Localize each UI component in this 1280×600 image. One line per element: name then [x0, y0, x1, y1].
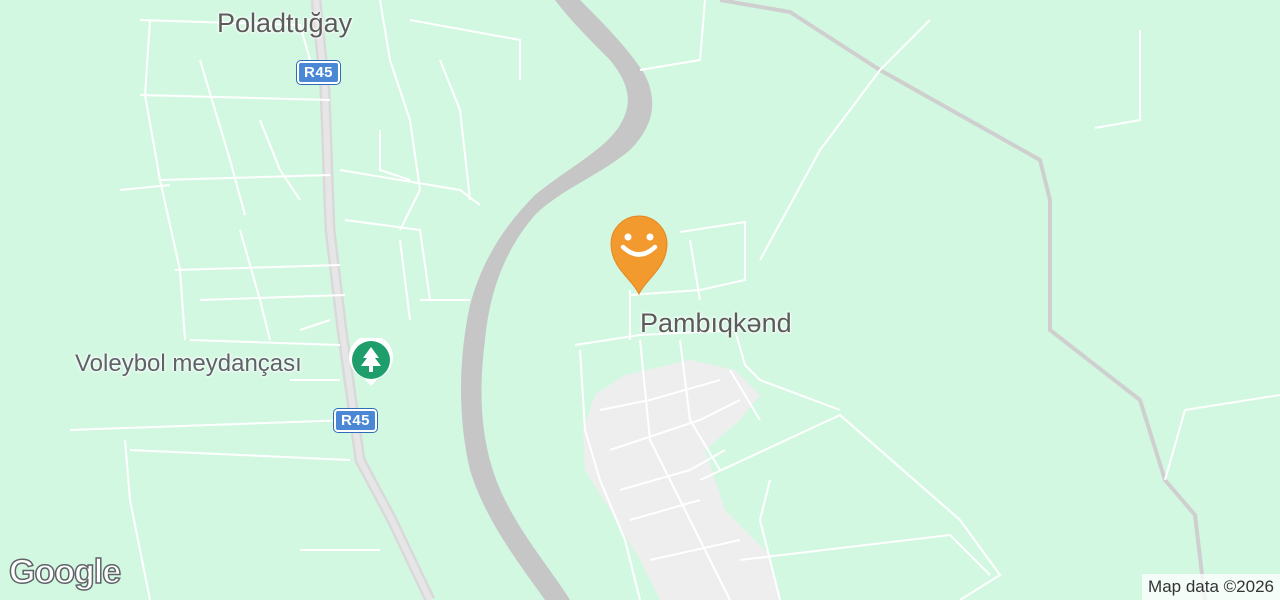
- town-label-pambiqkend: Pambıqkənd: [640, 308, 792, 338]
- smiley-face-icon: [610, 215, 668, 296]
- tree-icon: [349, 335, 393, 386]
- map-attribution[interactable]: Map data ©2026: [1142, 574, 1280, 600]
- poi-label-voleybol[interactable]: Voleybol meydançası: [75, 350, 302, 378]
- google-logo[interactable]: Google: [8, 552, 122, 592]
- town-label-poladtugay: Poladtuğay: [217, 8, 353, 38]
- route-shield-r45-bottom: R45: [334, 409, 378, 432]
- park-marker[interactable]: [346, 335, 396, 393]
- selected-location-marker[interactable]: [606, 210, 672, 303]
- route-shield-r45-top: R45: [297, 61, 341, 84]
